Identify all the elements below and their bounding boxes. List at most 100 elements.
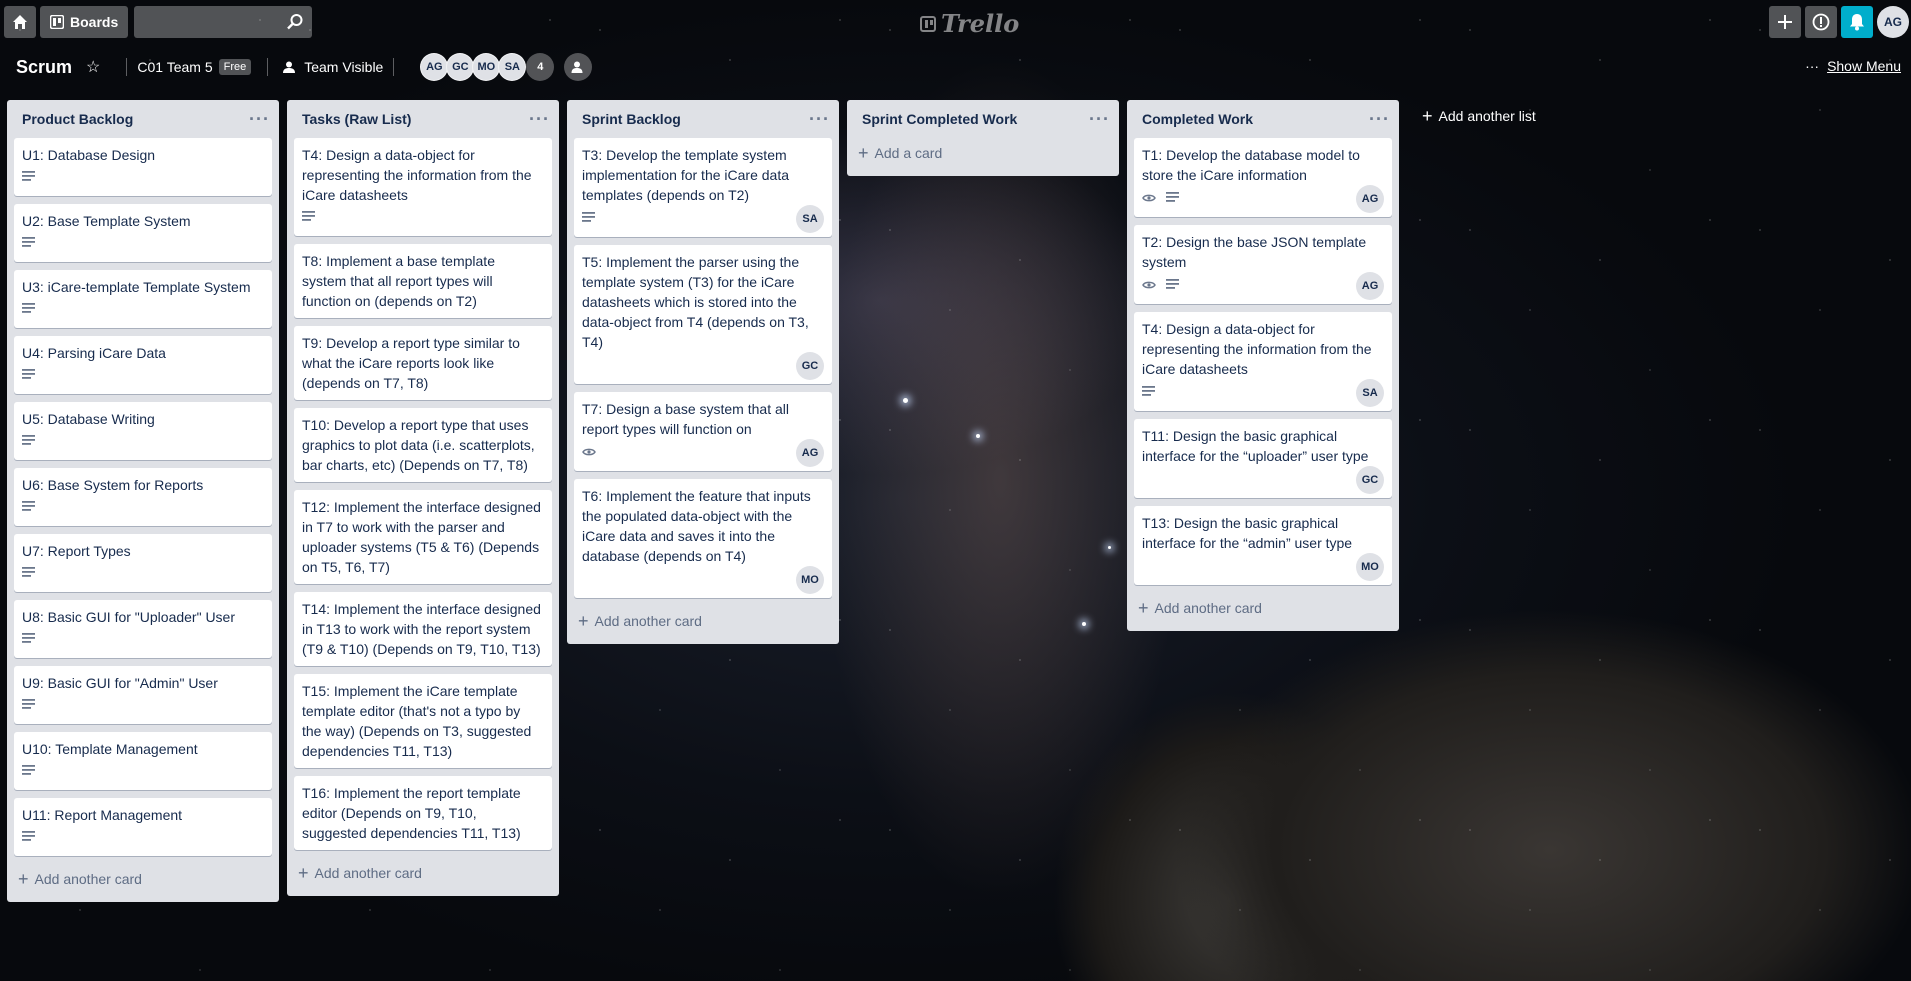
description-icon	[22, 235, 36, 253]
add-card-button[interactable]: + Add another card	[294, 858, 552, 888]
boards-button[interactable]: Boards	[40, 6, 129, 38]
notifications-button[interactable]	[1841, 6, 1873, 38]
card[interactable]: T5: Implement the parser using the templ…	[574, 245, 832, 384]
divider	[267, 58, 269, 76]
invite-button[interactable]	[564, 53, 593, 81]
card-title: T12: Implement the interface designed in…	[302, 499, 541, 575]
card[interactable]: T1: Develop the database model to store …	[1134, 138, 1392, 217]
list-title[interactable]: Product Backlog	[22, 111, 133, 127]
list-title[interactable]: Sprint Backlog	[582, 111, 681, 127]
card-member-avatar[interactable]: MO	[796, 566, 824, 594]
member-avatar[interactable]: MO	[472, 53, 501, 81]
trello-logo[interactable]: Trello	[920, 9, 1019, 38]
card[interactable]: T13: Design the basic graphical interfac…	[1134, 506, 1392, 585]
card-title: T10: Develop a report type that uses gra…	[302, 417, 535, 473]
card[interactable]: T7: Design a base system that all report…	[574, 392, 832, 471]
add-list-label: Add another list	[1438, 108, 1536, 124]
card-title: U5: Database Writing	[22, 411, 155, 427]
add-card-button[interactable]: + Add another card	[14, 864, 272, 894]
card-member-avatar[interactable]: SA	[1356, 379, 1384, 407]
card[interactable]: T10: Develop a report type that uses gra…	[294, 408, 552, 482]
plus-icon: +	[18, 869, 29, 889]
card[interactable]: T8: Implement a base template system tha…	[294, 244, 552, 318]
plus-icon	[1778, 15, 1792, 29]
card[interactable]: T12: Implement the interface designed in…	[294, 490, 552, 584]
card-member-avatar[interactable]: GC	[1356, 466, 1384, 494]
list-title[interactable]: Sprint Completed Work	[862, 111, 1017, 127]
create-button[interactable]	[1769, 6, 1801, 38]
card[interactable]: T4: Design a data-object for representin…	[294, 138, 552, 236]
divider	[126, 58, 128, 76]
bell-icon	[1850, 14, 1864, 31]
list-menu-icon[interactable]: ···	[1369, 110, 1390, 128]
card[interactable]: U5: Database Writing	[14, 402, 272, 460]
card[interactable]: T9: Develop a report type similar to wha…	[294, 326, 552, 400]
card[interactable]: U7: Report Types	[14, 534, 272, 592]
board-title[interactable]: Scrum	[16, 57, 72, 78]
add-card-button[interactable]: + Add a card	[854, 138, 1112, 168]
card[interactable]: T15: Implement the iCare template templa…	[294, 674, 552, 768]
card[interactable]: U11: Report Management	[14, 798, 272, 856]
card-title: U8: Basic GUI for "Uploader" User	[22, 609, 236, 625]
list-title[interactable]: Completed Work	[1142, 111, 1253, 127]
info-button[interactable]	[1805, 6, 1837, 38]
card-title: T15: Implement the iCare template templa…	[302, 683, 532, 759]
card-member-avatar[interactable]: AG	[1356, 185, 1384, 213]
card-title: T3: Develop the template system implemen…	[582, 147, 789, 203]
card[interactable]: T11: Design the basic graphical interfac…	[1134, 419, 1392, 498]
card[interactable]: T3: Develop the template system implemen…	[574, 138, 832, 237]
card[interactable]: U4: Parsing iCare Data	[14, 336, 272, 394]
show-menu-button[interactable]: ··· Show Menu	[1805, 58, 1901, 74]
team-icon	[283, 61, 296, 73]
card-title: T4: Design a data-object for representin…	[1142, 321, 1372, 377]
list-menu-icon[interactable]: ···	[249, 110, 270, 128]
team-name[interactable]: C01 Team 5	[137, 59, 212, 75]
user-avatar[interactable]: AG	[1877, 6, 1909, 38]
add-card-button[interactable]: + Add another card	[1134, 593, 1392, 623]
star-icon[interactable]: ☆	[86, 57, 100, 77]
card-member-avatar[interactable]: SA	[796, 205, 824, 233]
add-card-label: Add a card	[874, 145, 943, 161]
card[interactable]: U9: Basic GUI for "Admin" User	[14, 666, 272, 724]
list-menu-icon[interactable]: ···	[1089, 110, 1110, 128]
card-title: U6: Base System for Reports	[22, 477, 204, 493]
card[interactable]: U1: Database Design	[14, 138, 272, 196]
list-menu-icon[interactable]: ···	[529, 110, 550, 128]
add-list-button[interactable]: + Add another list	[1422, 107, 1536, 125]
home-icon	[13, 15, 27, 29]
card[interactable]: T4: Design a data-object for representin…	[1134, 312, 1392, 411]
member-avatar[interactable]: GC	[446, 53, 475, 81]
background-star	[903, 398, 908, 403]
member-avatar[interactable]: SA	[498, 53, 527, 81]
member-overflow-count[interactable]: 4	[526, 53, 555, 81]
more-icon: ···	[1805, 58, 1820, 74]
visibility-button[interactable]: Team Visible	[282, 59, 383, 75]
card-title: T7: Design a base system that all report…	[582, 401, 789, 437]
card[interactable]: U2: Base Template System	[14, 204, 272, 262]
card-member-avatar[interactable]: GC	[796, 352, 824, 380]
card[interactable]: T16: Implement the report template edito…	[294, 776, 552, 850]
card-member-avatar[interactable]: AG	[796, 439, 824, 467]
watch-icon	[582, 444, 596, 462]
description-icon	[582, 210, 596, 228]
list-menu-icon[interactable]: ···	[809, 110, 830, 128]
home-button[interactable]	[4, 6, 36, 38]
add-card-label: Add another card	[1154, 600, 1262, 616]
background-star	[1108, 546, 1111, 549]
card[interactable]: U3: iCare-template Template System	[14, 270, 272, 328]
card[interactable]: U8: Basic GUI for "Uploader" User	[14, 600, 272, 658]
card[interactable]: T2: Design the base JSON template system…	[1134, 225, 1392, 304]
card[interactable]: U6: Base System for Reports	[14, 468, 272, 526]
card[interactable]: U10: Template Management	[14, 732, 272, 790]
card-member-avatar[interactable]: AG	[1356, 272, 1384, 300]
description-icon	[22, 829, 36, 847]
member-avatar[interactable]: AG	[420, 53, 449, 81]
list-title[interactable]: Tasks (Raw List)	[302, 111, 411, 127]
search-input[interactable]	[134, 6, 313, 38]
add-card-button[interactable]: + Add another card	[574, 606, 832, 636]
description-icon	[22, 763, 36, 781]
card[interactable]: T14: Implement the interface designed in…	[294, 592, 552, 666]
card[interactable]: T6: Implement the feature that inputs th…	[574, 479, 832, 598]
card-title: U11: Report Management	[22, 807, 183, 823]
card-member-avatar[interactable]: MO	[1356, 553, 1384, 581]
